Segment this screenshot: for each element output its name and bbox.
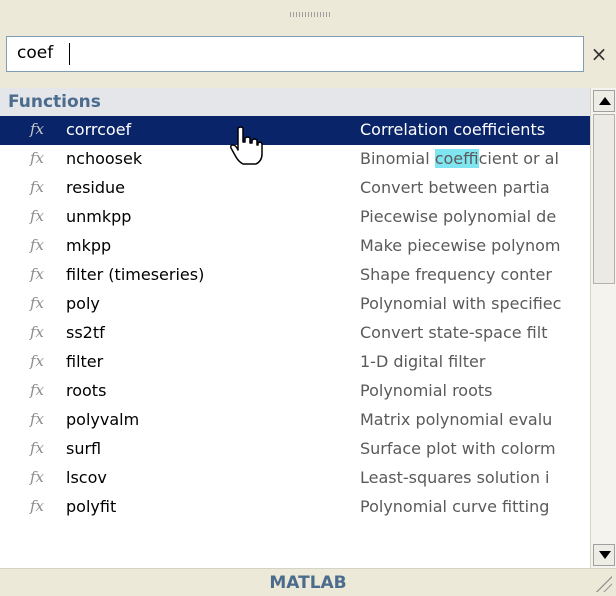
function-name: mkpp <box>66 236 112 255</box>
function-description: 1-D digital filter <box>360 352 486 371</box>
function-description: Make piecewise polynom <box>360 236 561 255</box>
function-icon: fx <box>30 207 45 225</box>
list-item[interactable]: fx ss2tf Convert state-space filt <box>0 319 590 348</box>
clear-search-button[interactable]: × <box>586 36 612 72</box>
arrow-up-icon <box>599 97 611 105</box>
function-icon: fx <box>30 323 45 341</box>
vertical-scrollbar[interactable] <box>590 88 616 568</box>
function-description: Surface plot with colorm <box>360 439 556 458</box>
list-item[interactable]: fx polyfit Polynomial curve fitting <box>0 493 590 522</box>
function-description: Polynomial with specifiec <box>360 294 562 313</box>
function-name: polyfit <box>66 497 117 516</box>
function-name: polyvalm <box>66 410 140 429</box>
function-description: Binomial coefficient or al <box>360 149 559 168</box>
function-name: surfl <box>66 439 102 458</box>
list-item[interactable]: fx filter (timeseries) Shape frequency con… <box>0 261 590 290</box>
function-name: corrcoef <box>66 120 132 139</box>
search-match-highlight: coef <box>434 149 479 168</box>
results-list: Functions fx corrcoef Correlation coeffici… <box>0 88 590 568</box>
list-item[interactable]: fx surfl Surface plot with colorm <box>0 435 590 464</box>
drag-handle-bar[interactable] <box>0 0 616 28</box>
description-suffix: ficient or al <box>478 149 559 168</box>
list-item[interactable]: fx corrcoef Correlation coefficients <box>0 116 590 145</box>
function-icon: fx <box>30 294 45 312</box>
function-icon: fx <box>30 410 45 428</box>
list-item[interactable]: fx poly Polynomial with specifiec <box>0 290 590 319</box>
list-item[interactable]: fx mkpp Make piecewise polynom <box>0 232 590 261</box>
function-description: Matrix polynomial evalu <box>360 410 553 429</box>
function-name: roots <box>66 381 107 400</box>
function-description: Polynomial curve fitting <box>360 497 550 516</box>
function-name: lscov <box>66 468 107 487</box>
scroll-thumb[interactable] <box>593 114 615 284</box>
function-name: filter <box>66 352 104 371</box>
function-description: Correlation coefficients <box>360 120 546 139</box>
footer-label: MATLAB <box>269 573 347 593</box>
list-item[interactable]: fx unmkpp Piecewise polynomial de <box>0 203 590 232</box>
function-icon: fx <box>30 265 45 283</box>
resize-grip-icon[interactable] <box>594 574 612 592</box>
function-name: residue <box>66 178 125 197</box>
function-icon: fx <box>30 236 45 254</box>
list-item[interactable]: fx filter 1-D digital filter <box>0 348 590 377</box>
description-prefix: Binomial <box>360 149 435 168</box>
function-name: nchoosek <box>66 149 143 168</box>
list-item[interactable]: fx nchoosek Binomial coefficient or al <box>0 145 590 174</box>
function-icon: fx <box>30 497 45 515</box>
text-caret <box>69 43 70 65</box>
scroll-up-button[interactable] <box>593 90 615 112</box>
list-item[interactable]: fx lscov Least-squares solution i <box>0 464 590 493</box>
search-input[interactable]: coef <box>6 36 584 72</box>
function-icon: fx <box>30 468 45 486</box>
search-input-value: coef <box>17 43 54 63</box>
scroll-down-button[interactable] <box>593 544 615 566</box>
list-item[interactable]: fx roots Polynomial roots <box>0 377 590 406</box>
function-icon: fx <box>30 120 45 138</box>
function-icon: fx <box>30 352 45 370</box>
hand-cursor-icon <box>230 126 263 165</box>
function-description: Polynomial roots <box>360 381 493 400</box>
function-description: Convert state-space filt <box>360 323 548 342</box>
function-description: Piecewise polynomial de <box>360 207 557 226</box>
arrow-down-icon <box>599 551 611 559</box>
list-item[interactable]: fx residue Convert between partia <box>0 174 590 203</box>
function-description: Convert between partia <box>360 178 550 197</box>
group-header-label: Functions <box>8 92 101 112</box>
function-name: poly <box>66 294 100 313</box>
function-name: filter (timeseries) <box>66 265 205 284</box>
function-description: Least-squares solution i <box>360 468 550 487</box>
search-area: coef × <box>0 28 616 88</box>
group-header-functions: Functions <box>0 88 590 116</box>
footer-bar: MATLAB <box>0 568 616 596</box>
list-item[interactable]: fx polyvalm Matrix polynomial evalu <box>0 406 590 435</box>
function-browser-panel: coef × Functions fx corrcoef Correlation c… <box>0 0 616 596</box>
function-icon: fx <box>30 381 45 399</box>
grip-icon[interactable] <box>290 12 330 17</box>
function-icon: fx <box>30 149 45 167</box>
function-icon: fx <box>30 439 45 457</box>
function-name: unmkpp <box>66 207 132 226</box>
function-icon: fx <box>30 178 45 196</box>
function-description: Shape frequency conter <box>360 265 552 284</box>
function-name: ss2tf <box>66 323 105 342</box>
